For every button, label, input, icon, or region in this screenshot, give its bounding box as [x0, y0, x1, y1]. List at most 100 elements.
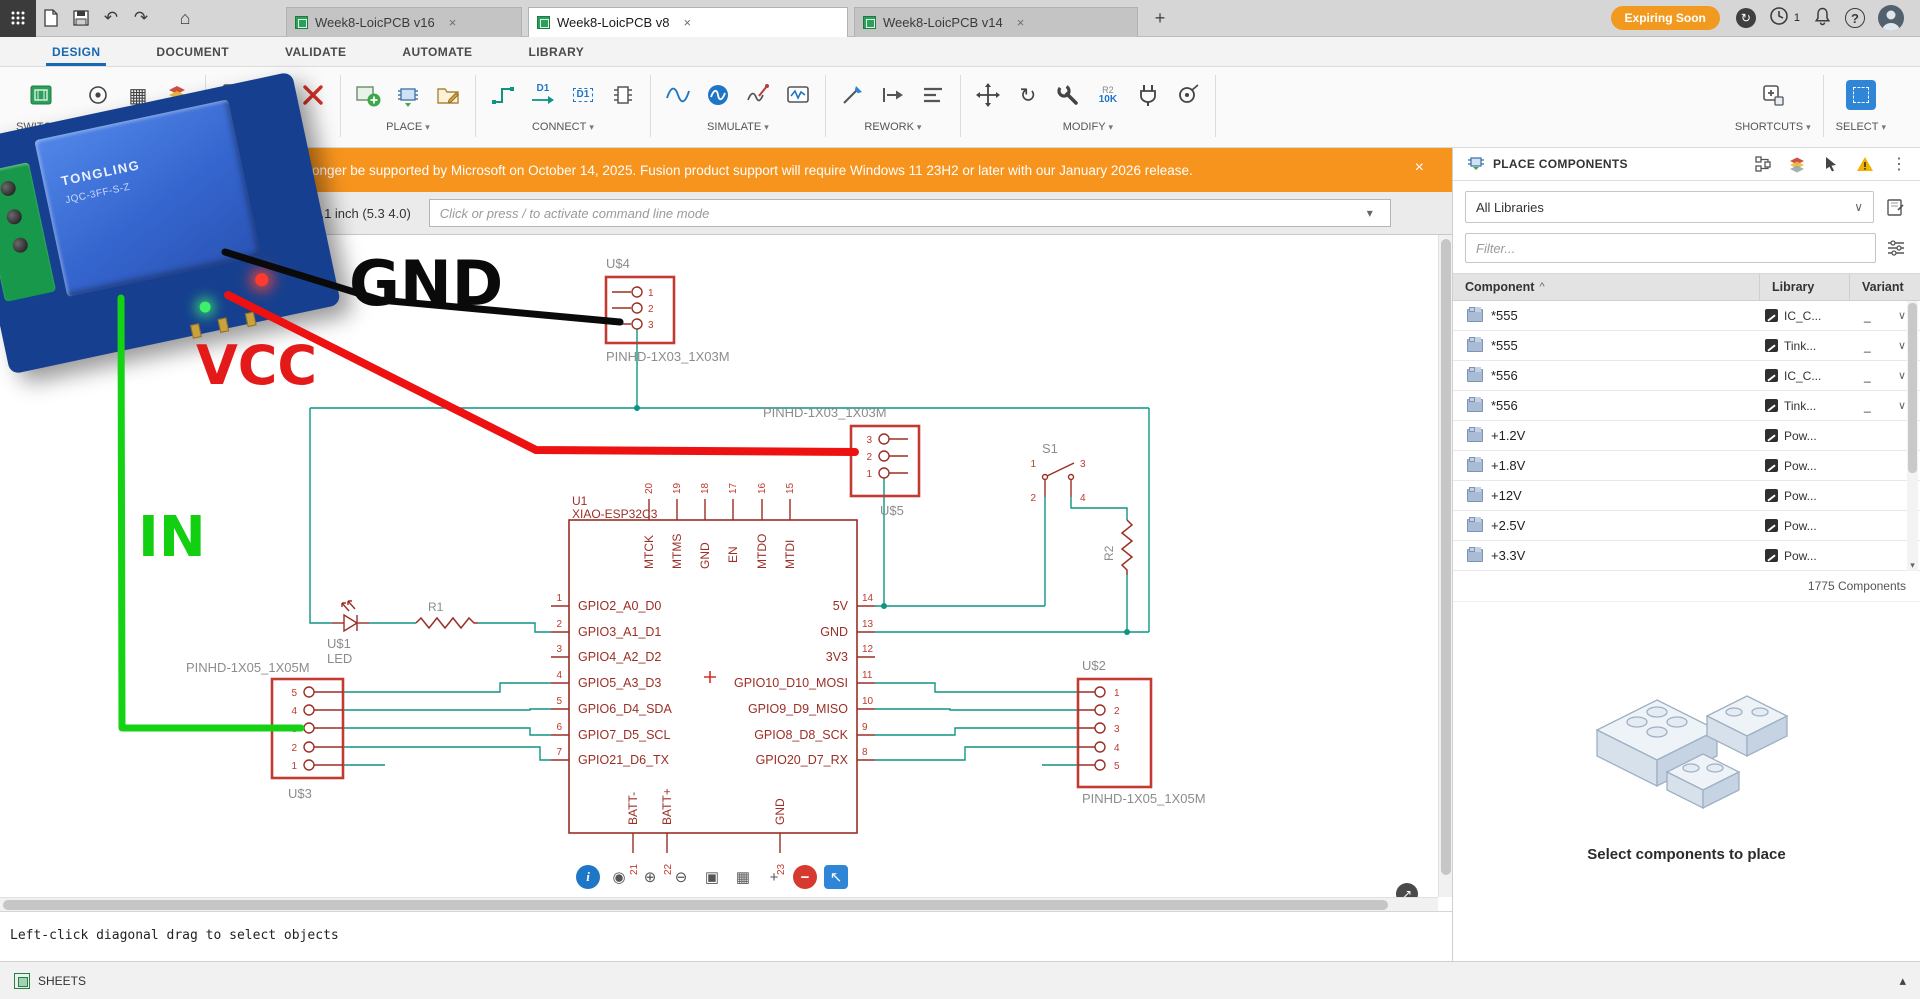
swap-icon[interactable]: [1133, 80, 1163, 110]
component-u5[interactable]: 3 2 1 PINHD-1X03_1X03M U$5: [763, 405, 921, 518]
horizontal-scroll-thumb[interactable]: [3, 900, 1388, 910]
tab-week8-loicpcb-v16[interactable]: Week8-LoicPCB v16 ×: [286, 6, 522, 37]
app-launcher-icon[interactable]: [0, 0, 36, 37]
schematic-canvas[interactable]: 1 2 3 U$4 PINHD-1X03_1X03M 3 2 1 PINHD-1…: [0, 235, 1452, 911]
scroll-down-icon[interactable]: ▾: [1907, 560, 1918, 571]
horizontal-scrollbar[interactable]: [0, 897, 1438, 911]
menu-design[interactable]: DESIGN: [24, 37, 128, 66]
probe-icon[interactable]: [743, 80, 773, 110]
select-icon[interactable]: [1845, 80, 1876, 110]
delete-icon[interactable]: [298, 80, 328, 110]
board-switch-icon[interactable]: [26, 80, 56, 110]
clock-icon[interactable]: [1769, 6, 1789, 31]
table-row[interactable]: +2.5V Pow...: [1453, 511, 1920, 541]
net-icon[interactable]: [488, 80, 518, 110]
move-icon[interactable]: [973, 80, 1003, 110]
column-header-component[interactable]: Component ^: [1453, 280, 1759, 294]
table-row[interactable]: +3.3V Pow...: [1453, 541, 1920, 571]
help-icon[interactable]: ?: [1845, 8, 1865, 28]
manage-libraries-icon[interactable]: [433, 80, 463, 110]
expiring-soon-badge[interactable]: Expiring Soon: [1610, 6, 1720, 30]
new-tab-icon[interactable]: +: [1148, 8, 1172, 29]
value-icon[interactable]: R2 10K: [1093, 80, 1123, 110]
toolbar-label-simulate[interactable]: SIMULATE ▾: [707, 121, 769, 133]
toolbar-label-connect[interactable]: CONNECT ▾: [532, 121, 594, 133]
warning-icon[interactable]: [1854, 153, 1876, 175]
table-row[interactable]: +12V Pow...: [1453, 481, 1920, 511]
select-cursor-icon[interactable]: ↖: [824, 865, 848, 889]
command-line-input[interactable]: [428, 199, 1391, 227]
zoom-in-icon[interactable]: ⊕: [638, 865, 662, 889]
table-scroll-thumb[interactable]: [1908, 303, 1917, 473]
library-dropdown[interactable]: All Libraries ∨: [1465, 191, 1874, 223]
column-header-variant[interactable]: Variant: [1849, 274, 1920, 300]
cursor-icon[interactable]: [1820, 153, 1842, 175]
table-row[interactable]: *555 IC_C... _ ∨: [1453, 301, 1920, 331]
variant-chevron-icon[interactable]: ∨: [1898, 399, 1906, 412]
align-icon[interactable]: [918, 80, 948, 110]
library-manager-icon[interactable]: [1882, 194, 1908, 220]
eye-icon[interactable]: ◉: [607, 865, 631, 889]
toolbar-label-place[interactable]: PLACE ▾: [386, 121, 430, 133]
remove-icon[interactable]: −: [793, 865, 817, 889]
component-u1[interactable]: 1 2 3 4 5 6 7 14 13 12 11 10 9 8 GPIO2_A…: [551, 482, 875, 875]
grid-icon[interactable]: ▦: [731, 865, 755, 889]
table-row[interactable]: +1.8V Pow...: [1453, 451, 1920, 481]
oscilloscope-icon[interactable]: [783, 80, 813, 110]
simulate-icon[interactable]: [703, 80, 733, 110]
component-u2[interactable]: 1 2 3 4 5 U$2 PINHD-1X05_1X05M: [1076, 658, 1206, 806]
tab-week8-loicpcb-v14[interactable]: Week8-LoicPCB v14 ×: [854, 6, 1138, 37]
shortcuts-icon[interactable]: [1758, 80, 1788, 110]
table-row[interactable]: *556 Tink... _ ∨: [1453, 391, 1920, 421]
toolbar-label-shortcuts[interactable]: SHORTCUTS ▾: [1735, 121, 1811, 133]
component-r2[interactable]: R2: [1102, 519, 1134, 575]
tab-week8-loicpcb-v8[interactable]: Week8-LoicPCB v8 ×: [528, 6, 848, 37]
crosshair-icon[interactable]: +: [762, 865, 786, 889]
command-dropdown-icon[interactable]: ▾: [1367, 206, 1373, 220]
component-u3[interactable]: 5 4 3 2 1 PINHD-1X05_1X05M U$3: [186, 660, 345, 801]
label-icon[interactable]: D1: [528, 80, 558, 110]
file-icon[interactable]: [36, 3, 66, 33]
expand-up-icon[interactable]: ▴: [1899, 973, 1906, 989]
filter-input[interactable]: [1465, 233, 1876, 263]
name-icon[interactable]: D1: [568, 80, 598, 110]
menu-library[interactable]: LIBRARY: [500, 37, 612, 66]
column-header-library[interactable]: Library: [1759, 274, 1849, 300]
hierarchy-icon[interactable]: [1752, 153, 1774, 175]
table-row[interactable]: *556 IC_C... _ ∨: [1453, 361, 1920, 391]
component-u4[interactable]: 1 2 3 U$4 PINHD-1X03_1X03M: [604, 256, 730, 364]
filter-settings-icon[interactable]: [1884, 236, 1908, 260]
sine-icon[interactable]: [663, 80, 693, 110]
table-scrollbar[interactable]: ▾: [1907, 301, 1918, 571]
zoom-fit-icon[interactable]: ▣: [700, 865, 724, 889]
table-row[interactable]: *555 Tink... _ ∨: [1453, 331, 1920, 361]
component-s1[interactable]: 1 3 2 4 S1: [1030, 441, 1086, 504]
change-icon[interactable]: [1053, 80, 1083, 110]
banner-close-icon[interactable]: ×: [1415, 159, 1424, 177]
info-icon[interactable]: i: [576, 865, 600, 889]
avatar[interactable]: [1878, 5, 1904, 31]
component-r1[interactable]: R1: [415, 600, 478, 630]
component-led[interactable]: U$1 LED: [327, 600, 369, 666]
save-icon[interactable]: [66, 3, 96, 33]
tab-close-icon[interactable]: ×: [683, 15, 691, 30]
zoom-out-icon[interactable]: ⊖: [669, 865, 693, 889]
toolbar-label-select[interactable]: SELECT ▾: [1836, 121, 1886, 133]
menu-document[interactable]: DOCUMENT: [128, 37, 257, 66]
undo-icon[interactable]: ↶: [96, 3, 126, 33]
table-row[interactable]: +1.2V Pow...: [1453, 421, 1920, 451]
place-board-icon[interactable]: [353, 80, 383, 110]
kebab-menu-icon[interactable]: ⋮: [1888, 153, 1910, 175]
place-part-icon[interactable]: [393, 80, 423, 110]
variant-chevron-icon[interactable]: ∨: [1898, 339, 1906, 352]
layers-icon[interactable]: [1786, 153, 1808, 175]
bus-icon[interactable]: [608, 80, 638, 110]
toolbar-label-rework[interactable]: REWORK ▾: [864, 121, 921, 133]
ripup-icon[interactable]: [838, 80, 868, 110]
vertical-scroll-thumb[interactable]: [1441, 239, 1451, 875]
via-icon[interactable]: [1173, 80, 1203, 110]
tab-close-icon[interactable]: ×: [1017, 15, 1025, 30]
rotate-icon[interactable]: ↻: [1013, 80, 1043, 110]
inspect-icon[interactable]: [83, 80, 113, 110]
menu-automate[interactable]: AUTOMATE: [374, 37, 500, 66]
